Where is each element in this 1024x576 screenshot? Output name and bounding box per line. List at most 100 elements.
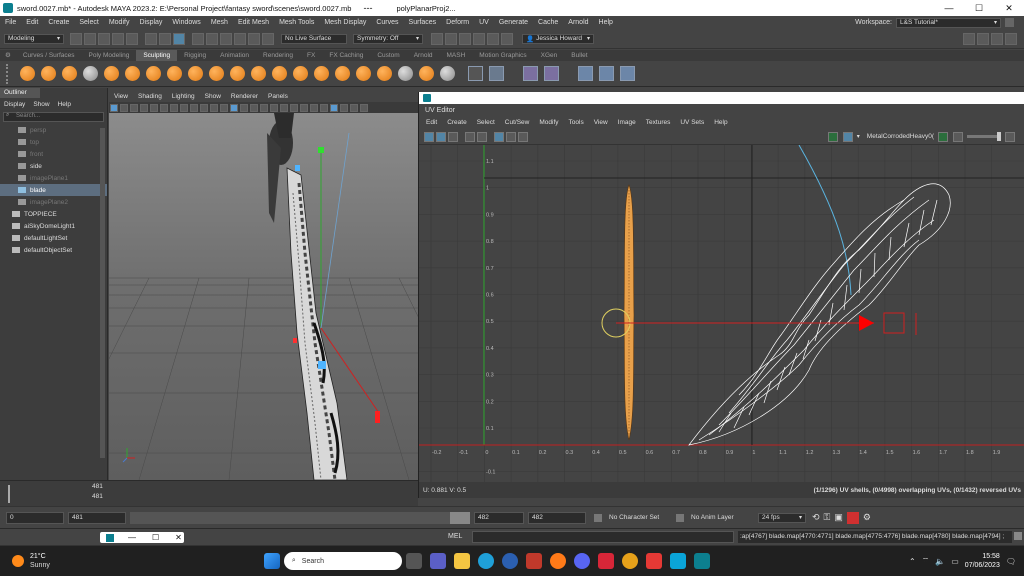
motion-blur-icon[interactable] — [290, 103, 298, 112]
discord-icon[interactable] — [573, 553, 590, 569]
maximize-icon[interactable]: ☐ — [152, 533, 159, 542]
make-live-icon[interactable] — [262, 32, 274, 45]
transfer-icon[interactable] — [544, 66, 559, 81]
shelf-tab-rendering[interactable]: Rendering — [256, 50, 300, 61]
grid-icon[interactable] — [170, 103, 178, 112]
uv-menu-textures[interactable]: Textures — [641, 119, 676, 126]
outliner-tab[interactable]: Outliner — [0, 88, 40, 98]
select-hierarchy-icon[interactable] — [145, 32, 157, 45]
task-view-icon[interactable] — [405, 553, 422, 569]
dim-image-icon[interactable] — [436, 131, 446, 142]
app-icon-red[interactable] — [525, 553, 542, 569]
outliner-menu-show[interactable]: Show — [33, 101, 49, 108]
menu-select[interactable]: Select — [74, 19, 103, 26]
smooth-tool-icon[interactable] — [41, 66, 56, 81]
spray-tool-icon[interactable] — [167, 66, 182, 81]
script-language-toggle[interactable]: MEL — [448, 533, 462, 540]
anim-layer-dropdown[interactable]: No Anim Layer — [688, 513, 748, 523]
snap-view-icon[interactable] — [248, 32, 260, 45]
new-scene-icon[interactable] — [70, 32, 82, 45]
outliner-item[interactable]: TOPPIECE — [0, 208, 107, 220]
distortion-icon[interactable] — [477, 131, 487, 142]
outliner-search-input[interactable]: Search... — [3, 112, 104, 122]
secondary-window-title[interactable]: polyPlanarProj2... — [396, 4, 455, 13]
firefox-icon[interactable] — [549, 553, 566, 569]
wireframe-icon[interactable] — [230, 103, 238, 112]
command-input[interactable] — [472, 531, 734, 543]
resolution-gate-icon[interactable] — [190, 103, 198, 112]
grid-display-icon[interactable] — [494, 131, 504, 142]
chevron-up-icon[interactable]: ⌃ — [909, 557, 916, 566]
uv-menu-create[interactable]: Create — [442, 119, 472, 126]
exposure-icon[interactable] — [953, 131, 963, 142]
viewport-menu-show[interactable]: Show — [200, 93, 226, 100]
clock[interactable]: 15:58 07/06/2023 — [965, 552, 1000, 570]
manipulator-y-handle[interactable] — [318, 147, 324, 153]
erase-tool-icon[interactable] — [440, 66, 455, 81]
script-editor-icon[interactable] — [1014, 532, 1022, 540]
close-icon[interactable]: ✕ — [994, 0, 1024, 16]
snap-grid-icon[interactable] — [192, 32, 204, 45]
menu-mesh-display[interactable]: Mesh Display — [319, 19, 371, 26]
wifi-icon[interactable]: ⌔ — [922, 556, 930, 566]
mask-visibility-icon[interactable] — [468, 66, 483, 81]
manipulator-z-axis[interactable] — [320, 132, 350, 329]
weather-widget[interactable]: 21°C Sunny — [30, 552, 50, 570]
outliner-scrollbar[interactable] — [100, 128, 105, 458]
tool-settings-icon[interactable] — [991, 32, 1003, 45]
safe-action-icon[interactable] — [220, 103, 228, 112]
viewport-menu-view[interactable]: View — [109, 93, 133, 100]
uv-menu-edit[interactable]: Edit — [421, 119, 442, 126]
shelf-tab-sculpting[interactable]: Sculpting — [136, 50, 178, 61]
2d-pan-zoom-icon[interactable] — [150, 103, 158, 112]
relax-tool-icon[interactable] — [62, 66, 77, 81]
menu-mesh[interactable]: Mesh — [206, 19, 233, 26]
outliner-item[interactable]: defaultLightSet — [0, 232, 107, 244]
checker-tile-icon[interactable] — [842, 131, 853, 142]
maya-taskbar-icon[interactable] — [693, 553, 710, 569]
live-surface-field[interactable]: No Live Surface — [281, 33, 347, 44]
menu-modify[interactable]: Modify — [104, 19, 135, 26]
smooth-shade-icon[interactable] — [240, 103, 248, 112]
blend-tool-icon[interactable] — [419, 66, 434, 81]
xray-joints-icon[interactable] — [330, 103, 338, 112]
texture-borders-icon[interactable] — [465, 131, 475, 142]
start-icon[interactable] — [263, 553, 280, 569]
select-object-icon[interactable] — [159, 32, 171, 45]
textured-icon[interactable] — [250, 103, 258, 112]
minimize-icon[interactable]: — — [934, 0, 964, 16]
xray-icon[interactable] — [320, 103, 328, 112]
outliner-item[interactable]: blade — [0, 184, 107, 196]
playback-prefs-icon[interactable]: ▣ — [834, 512, 843, 523]
volume-icon[interactable]: 🔈 — [935, 557, 945, 566]
chevron-down-icon[interactable]: ▾ — [857, 133, 860, 140]
viewport-menu-panels[interactable]: Panels — [263, 93, 293, 100]
menu-display[interactable]: Display — [134, 19, 167, 26]
shelf-tab-curves-surfaces[interactable]: Curves / Surfaces — [16, 50, 82, 61]
freeze-tool-icon[interactable] — [377, 66, 392, 81]
save-scene-icon[interactable] — [98, 32, 110, 45]
render-view-icon[interactable] — [473, 32, 485, 45]
range-slider-handle[interactable] — [450, 511, 470, 524]
texture-toggle-icon[interactable] — [938, 131, 948, 142]
viewport-menu-shading[interactable]: Shading — [133, 93, 167, 100]
uv-menu-modify[interactable]: Modify — [534, 119, 563, 126]
menu-uv[interactable]: UV — [474, 19, 494, 26]
uv-menu-uv-sets[interactable]: UV Sets — [675, 119, 709, 126]
range-slider[interactable] — [130, 511, 470, 524]
convert-freeze-icon[interactable] — [398, 66, 413, 81]
grab-tool-icon[interactable] — [83, 66, 98, 81]
uv-menu-help[interactable]: Help — [709, 119, 732, 126]
battery-icon[interactable]: ▭ — [951, 557, 959, 566]
imprint-tool-icon[interactable] — [209, 66, 224, 81]
app-icon-yellow[interactable] — [621, 553, 638, 569]
menu-help[interactable]: Help — [594, 19, 618, 26]
slider-handle[interactable] — [997, 132, 1001, 141]
render-settings-icon[interactable] — [459, 32, 471, 45]
shelf-tab-xgen[interactable]: XGen — [534, 50, 565, 61]
menu-create[interactable]: Create — [43, 19, 74, 26]
snap-surface-icon[interactable] — [234, 32, 246, 45]
menu-edit-mesh[interactable]: Edit Mesh — [233, 19, 274, 26]
user-account-dropdown[interactable]: 👤 Jessica Howard ▾ — [522, 33, 594, 44]
texture-name[interactable]: MetalCorrodedHeavy0( — [867, 133, 934, 140]
